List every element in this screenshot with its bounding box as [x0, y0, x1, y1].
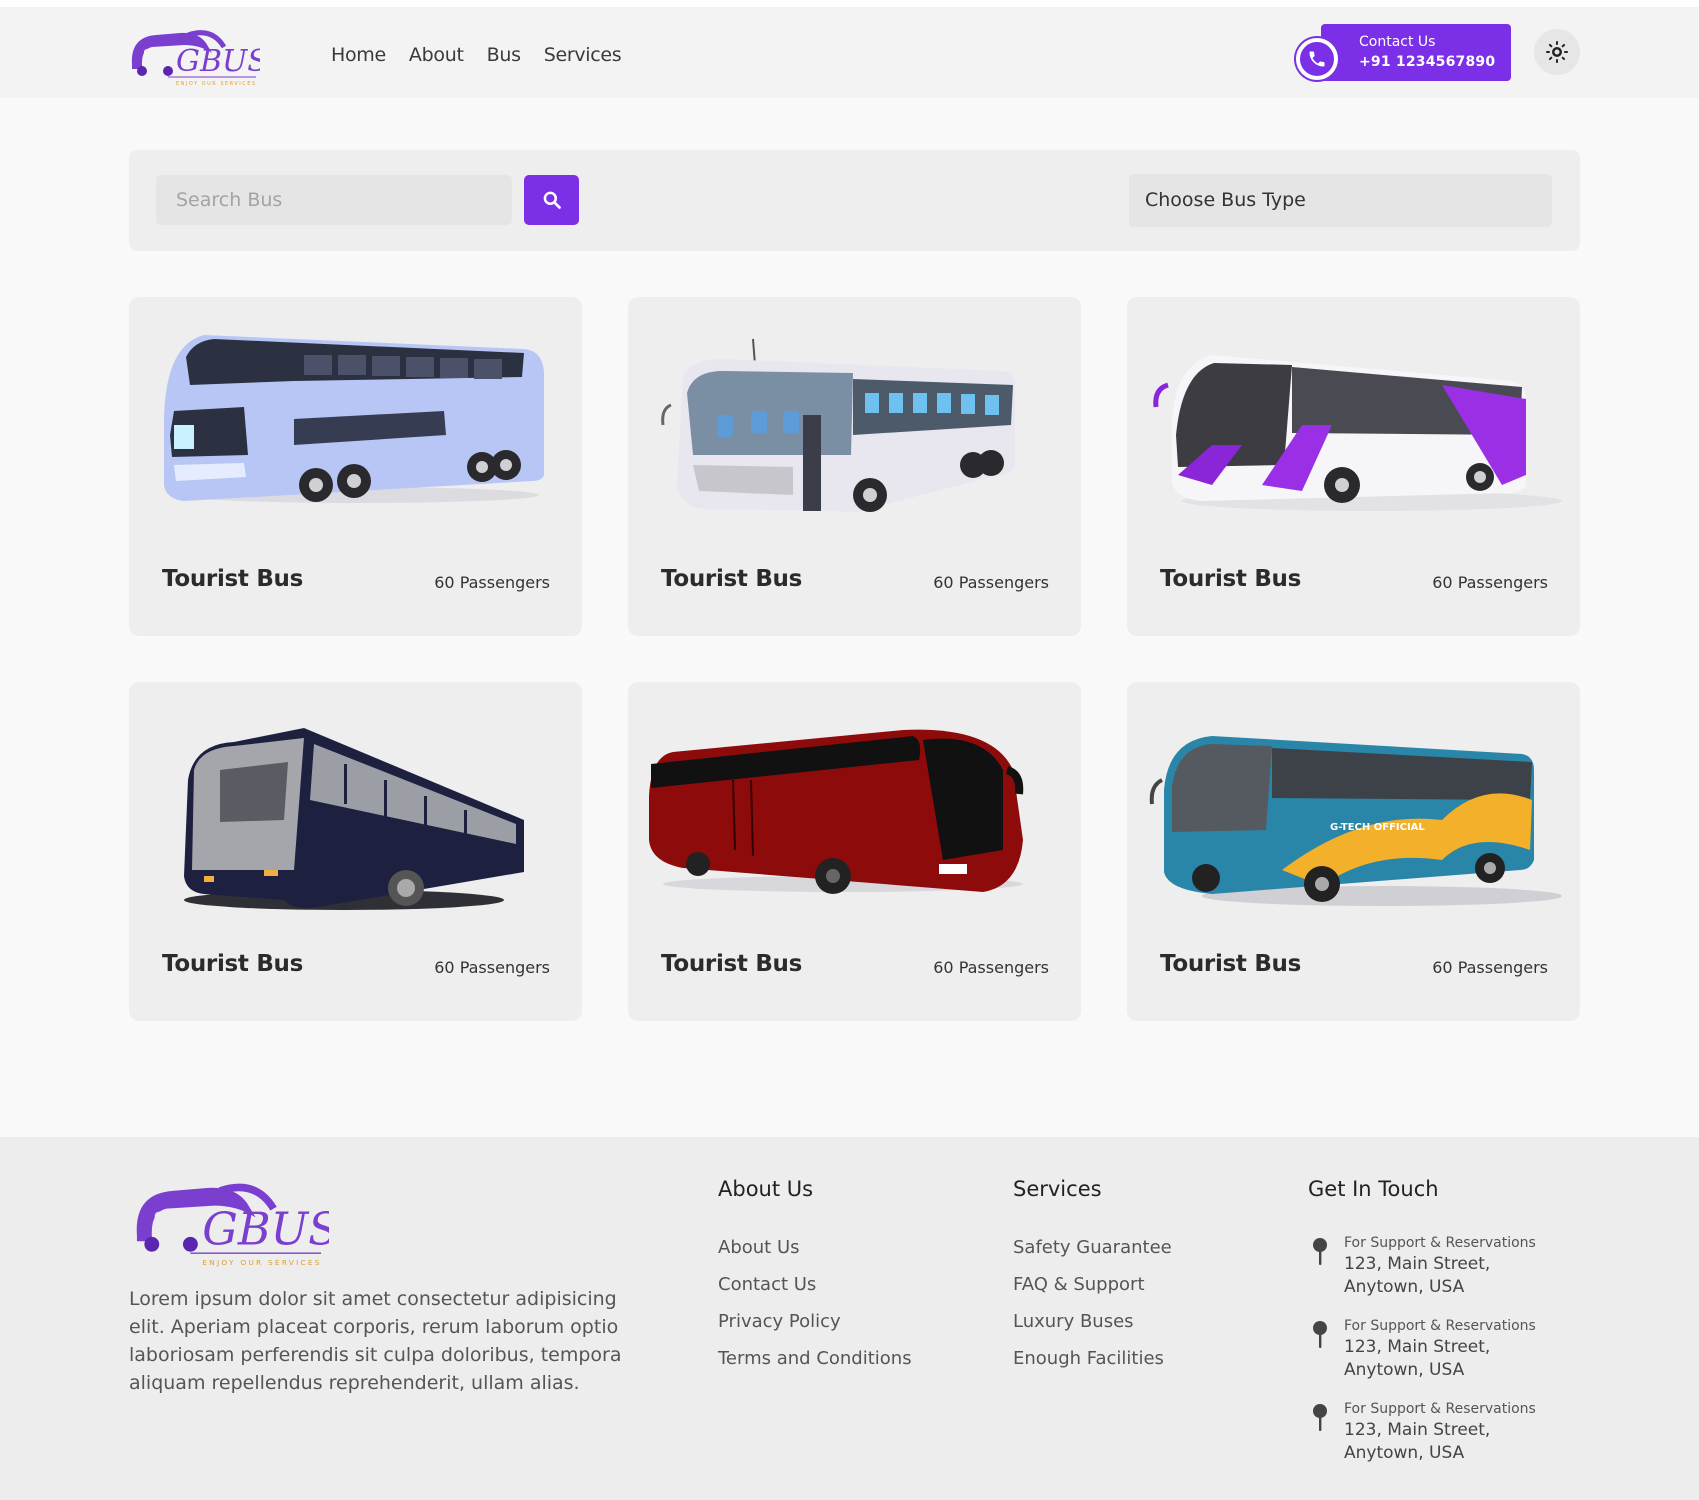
- contact-phone: +91 1234567890: [1359, 54, 1496, 70]
- search-input[interactable]: [156, 175, 512, 225]
- card-title: Tourist Bus: [162, 951, 304, 977]
- card-passengers: 60 Passengers: [933, 573, 1049, 592]
- bus-type-select[interactable]: Choose Bus Type: [1129, 174, 1552, 227]
- nav-bus[interactable]: Bus: [487, 44, 521, 66]
- phone-icon: [1296, 38, 1338, 80]
- nav-home[interactable]: Home: [331, 44, 386, 66]
- map-pin-icon: [1313, 1321, 1327, 1348]
- footer-logo-text: GBUS: [202, 1203, 329, 1255]
- footer-about-heading: About Us: [718, 1177, 814, 1201]
- footer-link-facilities[interactable]: Enough Facilities: [1013, 1348, 1172, 1370]
- footer-services-heading: Services: [1013, 1177, 1102, 1201]
- search-button[interactable]: [524, 175, 579, 225]
- card-passengers: 60 Passengers: [434, 958, 550, 977]
- footer-link-contact-us[interactable]: Contact Us: [718, 1274, 912, 1296]
- bus-card[interactable]: Tourist Bus 60 Passengers: [1127, 297, 1580, 636]
- map-pin-icon: [1313, 1238, 1327, 1265]
- contact-item-label: For Support & Reservations: [1344, 1318, 1536, 1334]
- footer-contact-column: Get In Touch For Support & Reservations …: [1308, 1177, 1564, 1484]
- contact-item-label: For Support & Reservations: [1344, 1401, 1536, 1417]
- sun-icon: [1546, 41, 1568, 63]
- footer-description: Lorem ipsum dolor sit amet consectetur a…: [129, 1288, 622, 1394]
- card-title: Tourist Bus: [1160, 566, 1302, 592]
- contact-item-address: 123, Main Street, Anytown, USA: [1344, 1420, 1491, 1463]
- card-title: Tourist Bus: [162, 566, 304, 592]
- red-coach-bus-image: [643, 700, 1066, 920]
- footer-link-faq[interactable]: FAQ & Support: [1013, 1274, 1172, 1296]
- footer-gbus-logo[interactable]: GBUS ENJOY OUR SERVICES: [129, 1173, 339, 1271]
- contact-item: For Support & Reservations 123, Main Str…: [1308, 1318, 1564, 1401]
- map-pin-icon: [1313, 1404, 1327, 1431]
- logo-tagline: ENJOY OUR SERVICES: [176, 81, 257, 87]
- card-passengers: 60 Passengers: [933, 958, 1049, 977]
- white-coach-bus-image: [643, 315, 1066, 535]
- search-icon: [543, 191, 561, 209]
- site-footer: GBUS ENJOY OUR SERVICES Lorem ipsum dolo…: [0, 1137, 1699, 1500]
- contact-item: For Support & Reservations 123, Main Str…: [1308, 1401, 1564, 1484]
- footer-logo-tagline: ENJOY OUR SERVICES: [202, 1258, 321, 1267]
- bus-card[interactable]: Tourist Bus 60 Passengers: [628, 297, 1081, 636]
- contact-us-button[interactable]: Contact Us +91 1234567890: [1321, 24, 1511, 81]
- bus-card[interactable]: G-TECH OFFICIAL Tourist Bus 60 Passenger…: [1127, 682, 1580, 1021]
- double-decker-bus-image: [144, 315, 567, 535]
- site-header: GBUS ENJOY OUR SERVICES Home About Bus S…: [0, 7, 1699, 98]
- nav-about[interactable]: About: [409, 44, 464, 66]
- footer-link-terms[interactable]: Terms and Conditions: [718, 1348, 912, 1370]
- card-passengers: 60 Passengers: [434, 573, 550, 592]
- bus-card[interactable]: Tourist Bus 60 Passengers: [129, 682, 582, 1021]
- contact-item-address: 123, Main Street, Anytown, USA: [1344, 1254, 1491, 1297]
- main-nav: Home About Bus Services: [331, 44, 622, 66]
- nav-services[interactable]: Services: [544, 44, 622, 66]
- bus-card[interactable]: Tourist Bus 60 Passengers: [129, 297, 582, 636]
- card-passengers: 60 Passengers: [1432, 958, 1548, 977]
- footer-link-safety[interactable]: Safety Guarantee: [1013, 1237, 1172, 1259]
- blue-yellow-coach-bus-image: G-TECH OFFICIAL: [1142, 700, 1565, 920]
- contact-item: For Support & Reservations 123, Main Str…: [1308, 1235, 1564, 1318]
- contact-item-address: 123, Main Street, Anytown, USA: [1344, 1337, 1491, 1380]
- top-strip: [0, 0, 1699, 7]
- contact-item-label: For Support & Reservations: [1344, 1235, 1536, 1251]
- gbus-logo[interactable]: GBUS ENJOY OUR SERVICES: [128, 23, 268, 89]
- card-passengers: 60 Passengers: [1432, 573, 1548, 592]
- logo-text: GBUS: [176, 44, 260, 79]
- contact-label: Contact Us: [1359, 34, 1436, 50]
- navy-coach-bus-image: [144, 700, 567, 920]
- footer-link-privacy-policy[interactable]: Privacy Policy: [718, 1311, 912, 1333]
- white-purple-coach-bus-image: [1142, 315, 1565, 535]
- card-title: Tourist Bus: [1160, 951, 1302, 977]
- theme-toggle-button[interactable]: [1534, 29, 1580, 75]
- footer-link-luxury[interactable]: Luxury Buses: [1013, 1311, 1172, 1333]
- card-title: Tourist Bus: [661, 951, 803, 977]
- footer-about-column: About Us About Us Contact Us Privacy Pol…: [718, 1177, 912, 1385]
- footer-link-about-us[interactable]: About Us: [718, 1237, 912, 1259]
- bus-livery-text: G-TECH OFFICIAL: [1330, 822, 1425, 833]
- card-title: Tourist Bus: [661, 566, 803, 592]
- search-bar: Choose Bus Type: [129, 150, 1580, 251]
- footer-services-column: Services Safety Guarantee FAQ & Support …: [1013, 1177, 1172, 1385]
- bus-card[interactable]: Tourist Bus 60 Passengers: [628, 682, 1081, 1021]
- footer-contact-heading: Get In Touch: [1308, 1177, 1439, 1201]
